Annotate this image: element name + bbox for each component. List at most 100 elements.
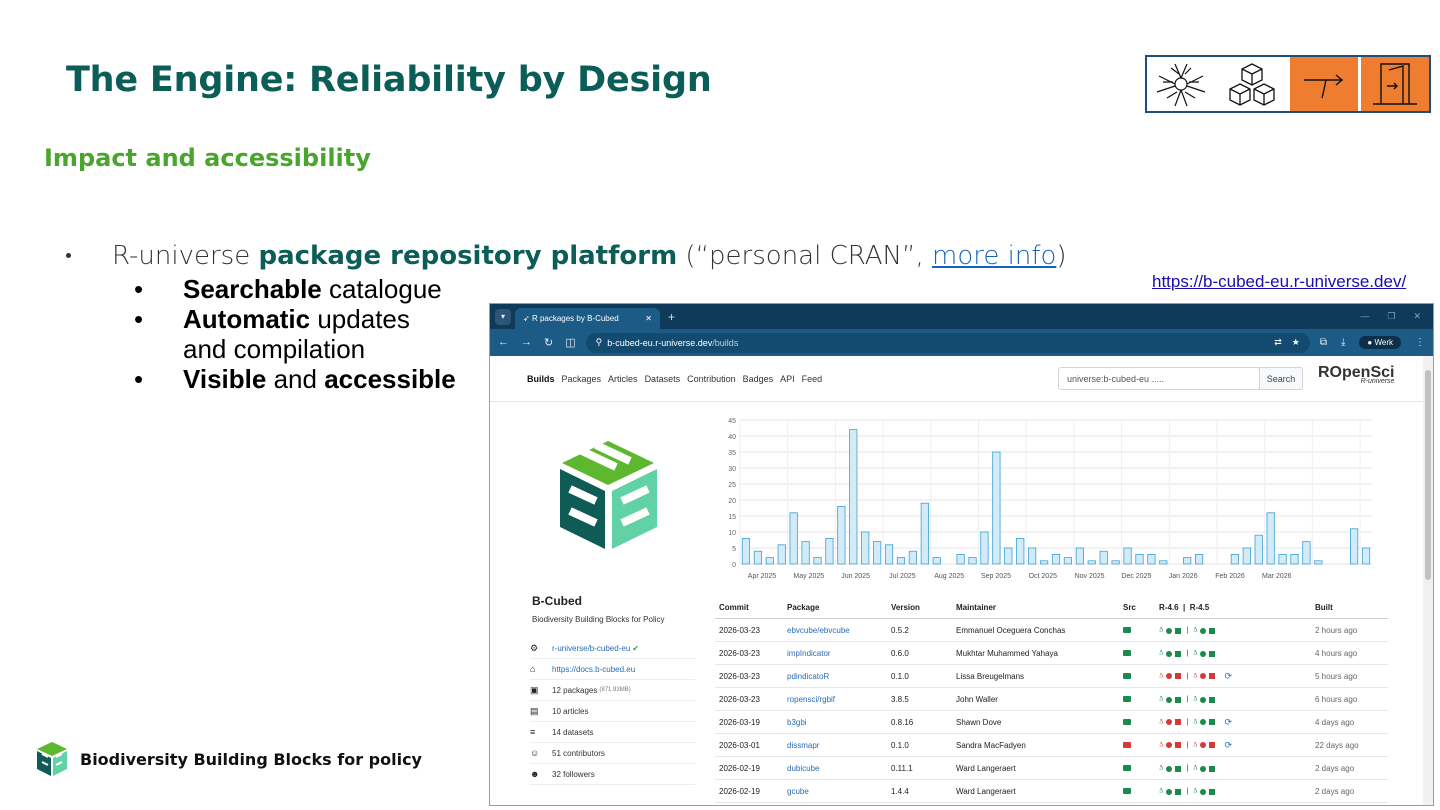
linux-icon[interactable]: 🐧︎ bbox=[1193, 718, 1197, 727]
linux-icon[interactable]: 🐧︎ bbox=[1159, 626, 1163, 635]
package-link[interactable]: impIndicator bbox=[787, 649, 891, 658]
rebuild-icon[interactable]: ⟳ bbox=[1224, 671, 1232, 682]
package-link[interactable]: gcube bbox=[787, 787, 891, 796]
windows-icon[interactable] bbox=[1209, 650, 1216, 657]
profile-button[interactable]: ● Werk bbox=[1359, 336, 1401, 349]
ropensci-logo[interactable]: ROpenSci R-universe bbox=[1318, 364, 1394, 385]
table-row[interactable]: 2026-03-01 dissmapr 0.1.0 Sandra MacFadyen 🐧… bbox=[715, 734, 1388, 757]
windows-icon[interactable] bbox=[1175, 765, 1182, 772]
nav-contribution[interactable]: Contribution bbox=[687, 374, 736, 384]
windows-icon[interactable] bbox=[1175, 673, 1182, 679]
table-row[interactable]: 2026-03-23 ropensci/rgbif 3.8.5 John Waller… bbox=[715, 688, 1388, 711]
macos-icon[interactable] bbox=[1166, 650, 1173, 657]
col-package[interactable]: Package bbox=[787, 603, 891, 612]
linux-icon[interactable]: 🐧︎ bbox=[1193, 787, 1197, 796]
nav-feed[interactable]: Feed bbox=[802, 374, 823, 384]
linux-icon[interactable]: 🐧︎ bbox=[1159, 718, 1163, 727]
url-field[interactable]: ⚲ b-cubed-eu.r-universe.dev/builds ⇄ ★ bbox=[585, 332, 1310, 353]
windows-icon[interactable] bbox=[1209, 673, 1216, 679]
package-link[interactable]: ropensci/rgbif bbox=[787, 695, 891, 704]
browser-menu-icon[interactable]: ⋮ bbox=[1415, 337, 1425, 348]
col-version[interactable]: Version bbox=[891, 603, 956, 612]
source-package-icon[interactable] bbox=[1123, 649, 1131, 656]
download-icon[interactable]: ⤓ bbox=[1341, 337, 1345, 348]
col-maintainer[interactable]: Maintainer bbox=[956, 603, 1123, 612]
table-row[interactable]: 2026-03-19 b3gbi 0.8.16 Shawn Dove 🐧︎ | 🐧︎ ⟳ 4 d… bbox=[715, 711, 1388, 734]
macos-icon[interactable] bbox=[1166, 627, 1173, 634]
linux-icon[interactable]: 🐧︎ bbox=[1193, 764, 1197, 773]
site-info-icon[interactable]: ⚲ bbox=[596, 337, 603, 348]
back-icon[interactable]: ← bbox=[498, 336, 509, 349]
source-package-icon[interactable] bbox=[1123, 672, 1131, 679]
extensions-icon[interactable]: ⧉ bbox=[1320, 337, 1327, 348]
source-package-icon[interactable] bbox=[1123, 718, 1131, 725]
table-row[interactable]: 2026-03-23 ebvcube/ebvcube 0.5.2 Emmanuel O… bbox=[715, 619, 1388, 642]
table-row[interactable]: 2026-03-23 impIndicator 0.6.0 Mukhtar Muham… bbox=[715, 642, 1388, 665]
windows-icon[interactable] bbox=[1209, 788, 1216, 795]
nav-packages[interactable]: Packages bbox=[562, 374, 602, 384]
macos-icon[interactable] bbox=[1200, 742, 1207, 748]
page-scrollbar[interactable] bbox=[1423, 356, 1433, 805]
universe-search-input[interactable]: universe:b-cubed-eu ..... bbox=[1058, 367, 1260, 390]
macos-icon[interactable] bbox=[1166, 696, 1173, 703]
macos-icon[interactable] bbox=[1200, 650, 1207, 657]
profile-packages[interactable]: ▣ 12 packages (871.93MB) bbox=[530, 680, 695, 701]
scrollbar-thumb[interactable] bbox=[1425, 370, 1431, 580]
linux-icon[interactable]: 🐧︎ bbox=[1159, 649, 1163, 658]
bookmark-star-icon[interactable]: ★ bbox=[1292, 337, 1300, 348]
windows-icon[interactable] bbox=[1175, 719, 1182, 725]
table-row[interactable]: 2026-02-19 dubicube 0.11.1 Ward Langeraert 🐧… bbox=[715, 757, 1388, 780]
reload-icon[interactable]: ↻ bbox=[544, 336, 553, 349]
source-package-icon[interactable] bbox=[1123, 626, 1131, 633]
profile-homepage-link[interactable]: ⌂ https://docs.b-cubed.eu bbox=[530, 659, 695, 680]
linux-icon[interactable]: 🐧︎ bbox=[1193, 649, 1197, 658]
r-universe-url-link[interactable]: https://b-cubed-eu.r-universe.dev/ bbox=[1152, 272, 1406, 292]
source-package-icon[interactable] bbox=[1123, 764, 1131, 771]
tab-list-chevron-icon[interactable]: ▾ bbox=[495, 308, 511, 325]
nav-articles[interactable]: Articles bbox=[608, 374, 638, 384]
nav-badges[interactable]: Badges bbox=[743, 374, 774, 384]
more-info-link[interactable]: more info bbox=[932, 241, 1056, 271]
col-r-versions[interactable]: R-4.6 | R-4.5 bbox=[1159, 603, 1283, 612]
macos-icon[interactable] bbox=[1200, 719, 1207, 725]
profile-followers[interactable]: ☻ 32 followers bbox=[530, 764, 695, 785]
package-link[interactable]: dubicube bbox=[787, 764, 891, 773]
profile-datasets[interactable]: ≡ 14 datasets bbox=[530, 722, 695, 743]
macos-icon[interactable] bbox=[1200, 696, 1207, 703]
browser-tab[interactable]: ➶ R packages by B-Cubed ✕ bbox=[515, 308, 660, 329]
linux-icon[interactable]: 🐧︎ bbox=[1159, 764, 1163, 773]
windows-icon[interactable] bbox=[1209, 627, 1216, 634]
package-link[interactable]: dissmapr bbox=[787, 741, 891, 750]
table-row[interactable]: 2026-03-23 pdindicatoR 0.1.0 Lissa Breugelm… bbox=[715, 665, 1388, 688]
macos-icon[interactable] bbox=[1200, 627, 1207, 634]
linux-icon[interactable]: 🐧︎ bbox=[1193, 695, 1197, 704]
windows-icon[interactable] bbox=[1209, 719, 1216, 725]
package-link[interactable]: ebvcube/ebvcube bbox=[787, 626, 891, 635]
window-close-icon[interactable]: ✕ bbox=[1413, 311, 1421, 322]
minimize-icon[interactable]: — bbox=[1360, 311, 1369, 322]
linux-icon[interactable]: 🐧︎ bbox=[1159, 695, 1163, 704]
profile-articles[interactable]: ▤ 10 articles bbox=[530, 701, 695, 722]
macos-icon[interactable] bbox=[1166, 673, 1173, 679]
search-button[interactable]: Search bbox=[1259, 367, 1303, 390]
linux-icon[interactable]: 🐧︎ bbox=[1193, 672, 1197, 681]
macos-icon[interactable] bbox=[1200, 765, 1207, 772]
table-row[interactable]: 2026-02-19 gcube 1.4.4 Ward Langeraert 🐧︎ | 🐧︎… bbox=[715, 780, 1388, 803]
tab-close-icon[interactable]: ✕ bbox=[645, 314, 652, 323]
rebuild-icon[interactable]: ⟳ bbox=[1224, 740, 1232, 751]
package-link[interactable]: b3gbi bbox=[787, 718, 891, 727]
windows-icon[interactable] bbox=[1175, 788, 1182, 795]
windows-icon[interactable] bbox=[1209, 696, 1216, 703]
source-package-icon[interactable] bbox=[1123, 695, 1131, 702]
macos-icon[interactable] bbox=[1200, 673, 1207, 679]
macos-icon[interactable] bbox=[1166, 765, 1173, 772]
windows-icon[interactable] bbox=[1175, 627, 1182, 634]
macos-icon[interactable] bbox=[1166, 788, 1173, 795]
windows-icon[interactable] bbox=[1209, 742, 1216, 748]
macos-icon[interactable] bbox=[1200, 788, 1207, 795]
col-commit[interactable]: Commit bbox=[715, 603, 787, 612]
restore-icon[interactable]: ❐ bbox=[1387, 311, 1395, 322]
nav-api[interactable]: API bbox=[780, 374, 795, 384]
macos-icon[interactable] bbox=[1166, 742, 1173, 748]
windows-icon[interactable] bbox=[1209, 765, 1216, 772]
